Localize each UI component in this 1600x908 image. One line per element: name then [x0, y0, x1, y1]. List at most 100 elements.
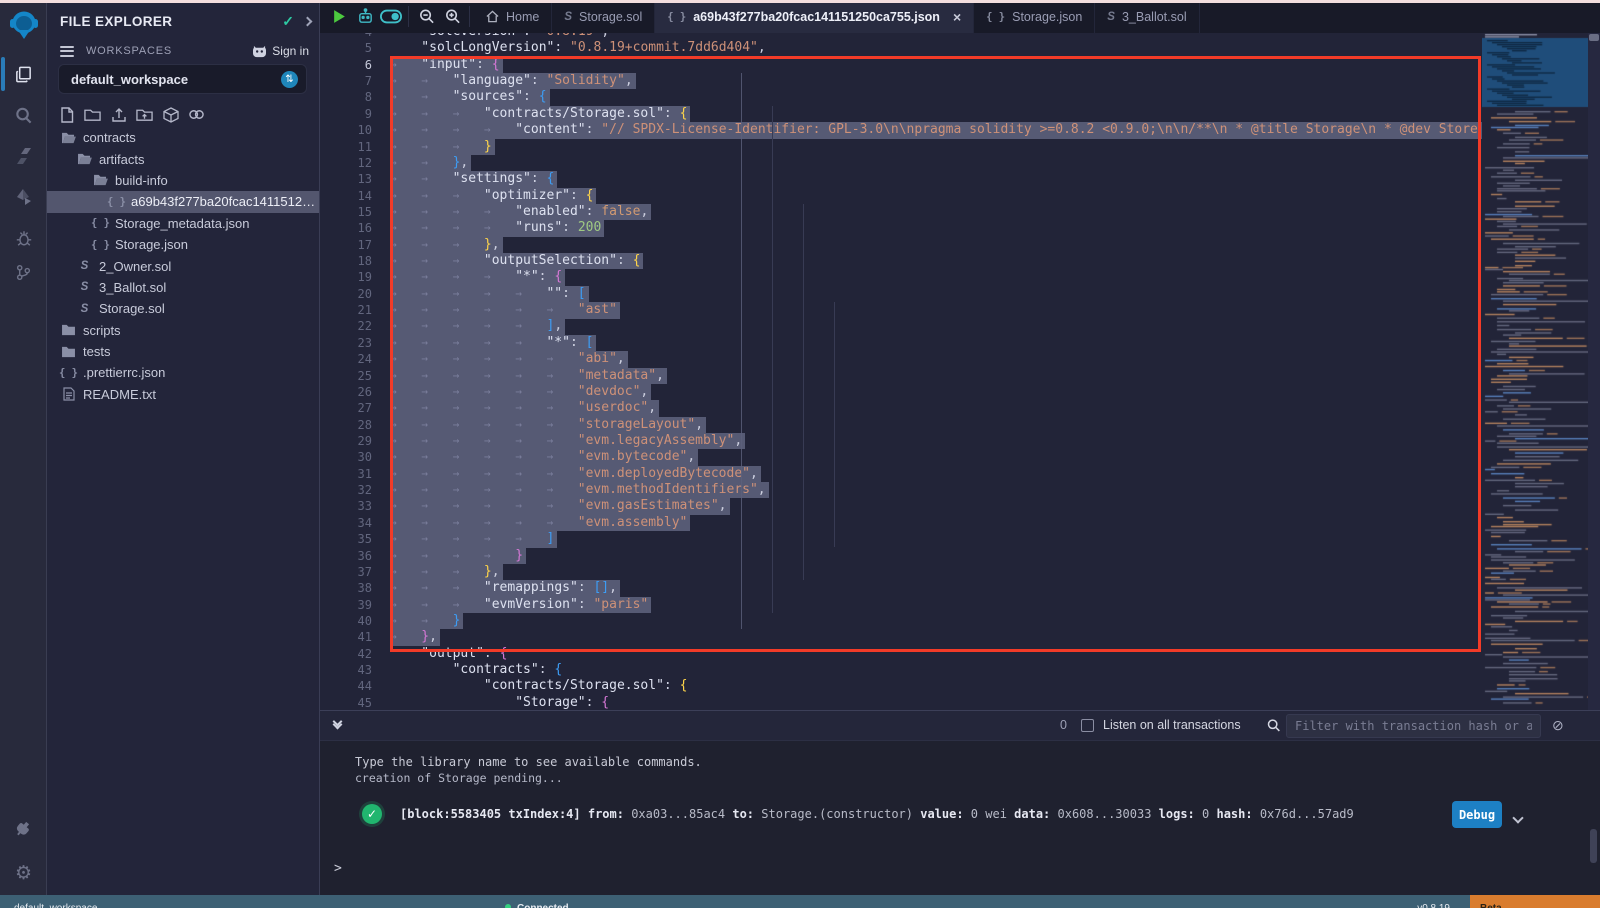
- code-line: →→→→→→"storageLayout",: [390, 417, 1482, 434]
- indent-guide: [772, 106, 773, 613]
- tree-item[interactable]: SStorage.sol: [47, 298, 319, 319]
- tree-item[interactable]: build-info: [47, 170, 319, 191]
- status-right[interactable]: v0.8.19: [1417, 903, 1450, 908]
- json-file-icon: { }: [667, 11, 686, 23]
- line-number: 26: [320, 384, 372, 401]
- close-tab-icon[interactable]: ×: [953, 9, 961, 25]
- workspace-switch-icon[interactable]: ⇅: [281, 71, 298, 88]
- upload-folder-icon[interactable]: [136, 106, 153, 123]
- link-icon[interactable]: [188, 106, 205, 123]
- editor-tab[interactable]: { }a69b43f277ba20fcac141151250ca755.json…: [655, 0, 974, 33]
- status-badge[interactable]: Beta: [1470, 895, 1600, 908]
- expand-transaction-icon[interactable]: [1514, 809, 1522, 827]
- upload-file-icon[interactable]: [110, 106, 127, 123]
- tree-item[interactable]: scripts: [47, 320, 319, 341]
- editor-tab[interactable]: S3_Ballot.sol: [1095, 0, 1199, 33]
- code-line: →→"language": "Solidity",: [390, 73, 1482, 90]
- git-icon[interactable]: [0, 255, 47, 289]
- code-line: →→→"optimizer": {: [390, 188, 1482, 205]
- tree-item[interactable]: contracts: [47, 127, 319, 148]
- tree-item[interactable]: tests: [47, 341, 319, 362]
- deploy-run-icon[interactable]: [0, 180, 47, 214]
- transaction-filter-input[interactable]: [1286, 714, 1541, 738]
- code-line: →→"settings": {: [390, 171, 1482, 188]
- tree-item-label: 2_Owner.sol: [99, 259, 171, 274]
- play-icon[interactable]: [326, 0, 352, 33]
- scrollbar-thumb[interactable]: [1589, 34, 1599, 41]
- tree-item[interactable]: artifacts: [47, 148, 319, 169]
- line-number: 28: [320, 417, 372, 434]
- file-tree: contracts artifacts build-info { }a69b43f27…: [47, 127, 319, 405]
- editor-scrollbar[interactable]: [1588, 33, 1600, 710]
- transaction-row[interactable]: ✓ [block:5583405 txIndex:4] from: 0xa03.…: [320, 797, 1600, 833]
- line-number: 16: [320, 220, 372, 237]
- tree-item-label: contracts: [83, 130, 136, 145]
- debug-button[interactable]: Debug: [1452, 801, 1502, 828]
- transaction-summary: [block:5583405 txIndex:4] from: 0xa03...…: [400, 807, 1354, 821]
- tree-item[interactable]: { }a69b43f277ba20fcac141151250ca7...: [47, 191, 319, 212]
- tree-item[interactable]: S 2_Owner.sol: [47, 255, 319, 276]
- line-number: 13: [320, 171, 372, 188]
- tree-item[interactable]: README.txt: [47, 384, 319, 405]
- file-explorer-icon[interactable]: [0, 57, 47, 91]
- tree-item[interactable]: { }.prettierrc.json: [47, 362, 319, 383]
- robot-icon[interactable]: [352, 0, 378, 33]
- line-number: 20: [320, 286, 372, 303]
- search-icon: [1266, 718, 1281, 738]
- plugin-manager-icon[interactable]: [0, 812, 47, 846]
- indent-guide: [834, 302, 835, 547]
- sign-in-button[interactable]: Sign in: [252, 44, 309, 58]
- tree-item[interactable]: S3_Ballot.sol: [47, 277, 319, 298]
- toggle-icon[interactable]: [378, 0, 404, 33]
- hamburger-menu-icon[interactable]: [60, 43, 74, 59]
- editor-tab[interactable]: { }Storage.json: [974, 0, 1095, 33]
- folder-open-icon: [61, 132, 76, 144]
- expand-terminal-icon[interactable]: [334, 718, 341, 728]
- chevron-right-icon[interactable]: [303, 16, 313, 26]
- check-icon: ✓: [282, 13, 294, 30]
- solidity-file-icon: S: [77, 260, 92, 272]
- listen-checkbox[interactable]: [1081, 719, 1094, 732]
- code-line: →→→→→],: [390, 318, 1482, 335]
- editor-tab[interactable]: Home: [474, 0, 552, 33]
- status-workspace[interactable]: default_workspace: [14, 903, 97, 908]
- zoom-out-icon[interactable]: [413, 0, 439, 33]
- json-file-icon: { }: [61, 367, 76, 379]
- workspace-select[interactable]: default_workspace ⇅: [58, 64, 307, 94]
- listen-label[interactable]: Listen on all transactions: [1103, 718, 1241, 732]
- remix-logo-icon[interactable]: [0, 8, 47, 42]
- code-line: →→→→→→"evm.gasEstimates",: [390, 498, 1482, 515]
- home-icon: [486, 10, 499, 23]
- solidity-compiler-icon[interactable]: [0, 139, 47, 173]
- github-icon: [252, 45, 267, 58]
- json-file-icon: { }: [986, 11, 1005, 23]
- code-line: →→→→→→"metadata",: [390, 368, 1482, 385]
- line-number: 38: [320, 580, 372, 597]
- editor-tab[interactable]: SStorage.sol: [552, 0, 655, 33]
- new-folder-icon[interactable]: [84, 106, 101, 123]
- line-number: 36: [320, 548, 372, 565]
- solidity-file-icon: S: [77, 303, 92, 315]
- settings-gear-icon[interactable]: ⚙: [0, 856, 47, 890]
- line-number: 25: [320, 368, 372, 385]
- code-line: →→→→→→"evm.legacyAssembly",: [390, 433, 1482, 450]
- tree-item-label: build-info: [115, 173, 168, 188]
- code-editor[interactable]: 4567891011121314151617181920212223242526…: [320, 33, 1600, 710]
- terminal-scrollbar[interactable]: [1590, 829, 1597, 863]
- status-center[interactable]: Connected: [517, 903, 569, 908]
- minimap[interactable]: [1482, 33, 1588, 710]
- clear-console-icon[interactable]: ⊘: [1552, 717, 1564, 734]
- tree-item-label: README.txt: [83, 387, 156, 402]
- debugger-icon[interactable]: [0, 221, 47, 255]
- terminal-line: Type the library name to see available c…: [355, 755, 702, 769]
- tree-item[interactable]: { }Storage.json: [47, 234, 319, 255]
- terminal-prompt[interactable]: >: [334, 861, 342, 876]
- zoom-in-icon[interactable]: [439, 0, 465, 33]
- search-icon[interactable]: [0, 98, 47, 132]
- new-file-icon[interactable]: [58, 106, 75, 123]
- terminal: 0 Listen on all transactions ⊘ Type the …: [320, 710, 1600, 895]
- solidity-file-icon: S: [1107, 11, 1115, 23]
- cube-icon[interactable]: [162, 106, 179, 123]
- solidity-file-icon: S: [564, 11, 572, 23]
- tree-item[interactable]: { }Storage_metadata.json: [47, 213, 319, 234]
